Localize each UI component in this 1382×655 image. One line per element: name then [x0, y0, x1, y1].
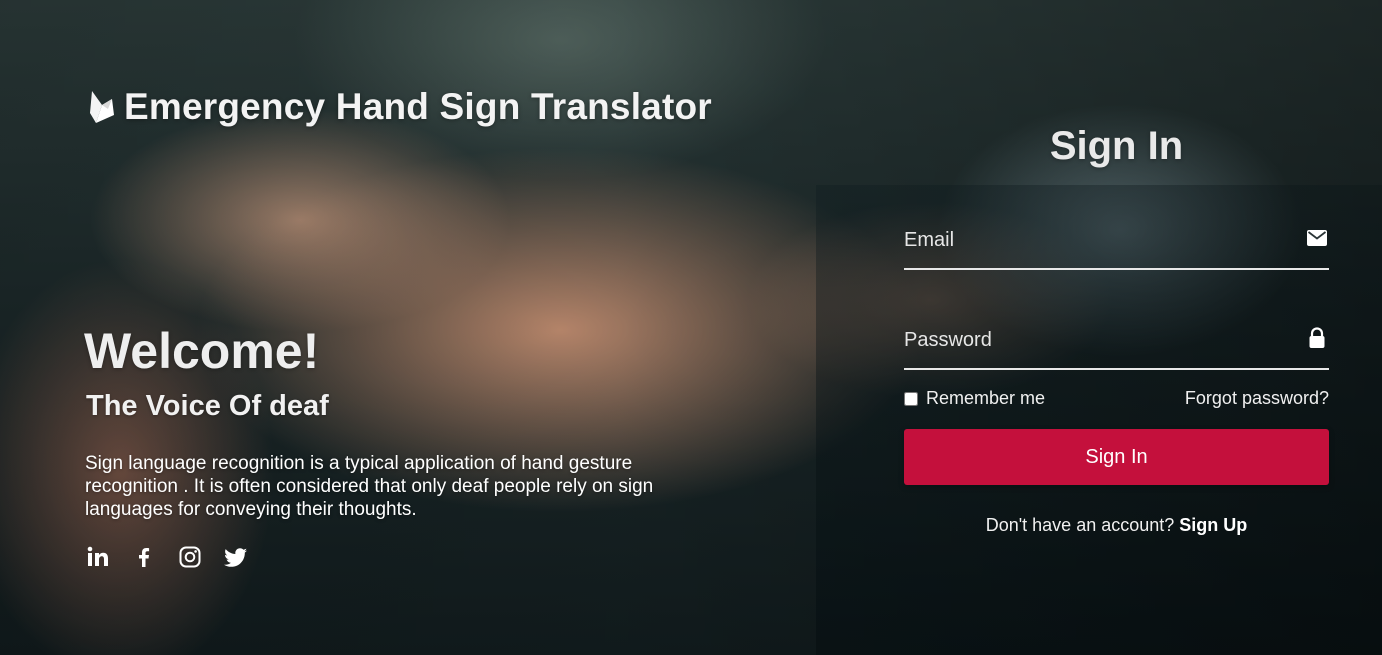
social-links	[86, 545, 248, 569]
forgot-password-link[interactable]: Forgot password?	[1185, 388, 1329, 409]
tagline: The Voice Of deaf	[86, 390, 329, 422]
brand: Emergency Hand Sign Translator	[88, 86, 712, 128]
email-field[interactable]	[904, 222, 1284, 258]
envelope-icon	[1307, 230, 1327, 246]
password-field-wrapper	[904, 322, 1329, 370]
twitter-icon[interactable]	[224, 545, 248, 569]
linkedin-icon[interactable]	[86, 545, 110, 569]
email-field-wrapper	[904, 222, 1329, 270]
signup-row: Don't have an account? Sign Up	[904, 515, 1329, 536]
remember-label: Remember me	[926, 388, 1046, 408]
app-title: Emergency Hand Sign Translator	[124, 86, 712, 127]
form-options: Remember me Forgot password?	[904, 388, 1329, 409]
lock-icon	[1309, 327, 1325, 348]
signup-link[interactable]: Sign Up	[1179, 515, 1247, 535]
description: Sign language recognition is a typical a…	[85, 453, 654, 520]
remember-me[interactable]: Remember me	[904, 388, 1045, 409]
welcome-heading: Welcome!	[84, 323, 320, 379]
facebook-icon[interactable]	[132, 545, 156, 569]
brand-flame-icon	[90, 91, 114, 123]
remember-checkbox[interactable]	[904, 391, 918, 406]
signin-button[interactable]: Sign In	[904, 429, 1329, 485]
instagram-icon[interactable]	[178, 545, 202, 569]
login-page: Emergency Hand Sign Translator Welcome! …	[0, 0, 1382, 655]
signup-prompt: Don't have an account?	[985, 515, 1180, 535]
password-field[interactable]	[904, 322, 1284, 358]
signin-heading: Sign In	[1049, 124, 1184, 168]
